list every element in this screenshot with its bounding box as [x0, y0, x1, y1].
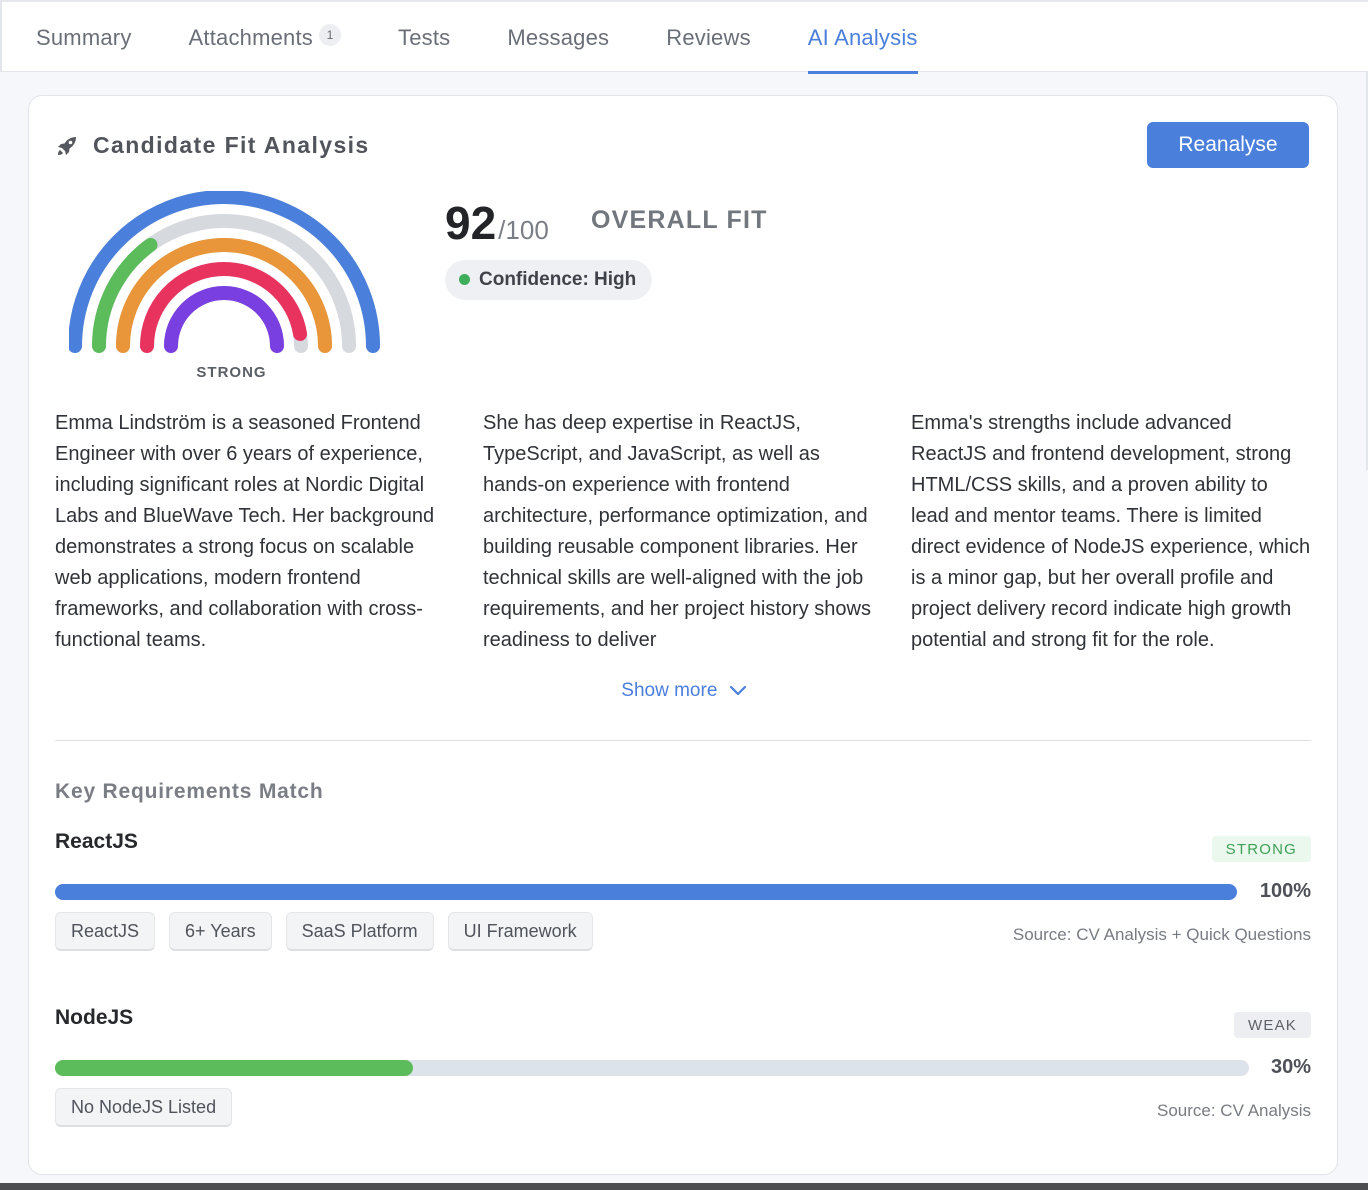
score-denominator: /100 [498, 215, 549, 245]
show-more-link[interactable]: Show more [29, 680, 1337, 702]
tab-attachments[interactable]: Attachments 1 [188, 2, 342, 74]
evidence-chip: No NodeJS Listed [55, 1088, 233, 1127]
card-title-text: Candidate Fit Analysis [93, 132, 370, 158]
tab-ai-analysis[interactable]: AI Analysis [807, 2, 918, 74]
progress-percent: 30% [1270, 1056, 1311, 1078]
requirements-title: Key Requirements Match [55, 780, 324, 803]
fit-gauge [69, 191, 380, 353]
tab-tests[interactable]: Tests [398, 2, 450, 74]
overall-score: 92 /100 [445, 196, 549, 250]
status-badge: WEAK [1234, 1012, 1311, 1038]
overall-fit-label: OVERALL FIT [591, 206, 768, 234]
rocket-icon [58, 136, 76, 155]
tab-label: Attachments [188, 25, 314, 50]
evidence-chips: ReactJS 6+ Years SaaS Platform UI Framew… [55, 912, 607, 951]
tab-label: AI Analysis [807, 25, 918, 50]
show-more-label: Show more [621, 680, 718, 701]
summary-column-3: Emma's strengths include advanced ReactJ… [911, 412, 1311, 651]
tabs: Summary Attachments 1 Tests Messages Rev… [36, 2, 975, 74]
tab-reviews[interactable]: Reviews [666, 2, 751, 74]
card-title: Candidate Fit Analysis [55, 132, 370, 159]
progress-bar [55, 1060, 1249, 1076]
requirement-name: ReactJS [55, 830, 138, 853]
summary-column-1: Emma Lindström is a seasoned Frontend En… [55, 412, 435, 651]
evidence-chip: UI Framework [447, 912, 593, 951]
tab-bar: Summary Attachments 1 Tests Messages Rev… [0, 0, 1368, 74]
progress-bar [55, 884, 1237, 900]
tab-label: Summary [36, 25, 132, 50]
progress-bar-fill [55, 884, 1237, 900]
tab-messages[interactable]: Messages [507, 2, 609, 74]
reanalyse-button[interactable]: Reanalyse [1147, 122, 1309, 168]
tab-label: Tests [398, 25, 451, 50]
status-dot-icon [459, 274, 470, 285]
gauge-arc [164, 286, 284, 353]
window-bottom-edge [0, 1183, 1368, 1190]
chevron-down-icon [729, 685, 746, 696]
tab-summary[interactable]: Summary [36, 2, 132, 74]
attachments-count-badge: 1 [319, 24, 342, 46]
summary-column-2: She has deep expertise in ReactJS, TypeS… [483, 412, 871, 651]
confidence-text: Confidence: High [479, 269, 637, 290]
evidence-chips: No NodeJS Listed [55, 1088, 246, 1127]
tab-label: Messages [507, 25, 610, 50]
divider [55, 740, 1311, 741]
gauge-label: STRONG [196, 364, 267, 381]
confidence-pill: Confidence: High [445, 260, 653, 300]
requirement-name: NodeJS [55, 1006, 134, 1029]
evidence-chip: SaaS Platform [285, 912, 434, 951]
evidence-chip: ReactJS [55, 912, 156, 951]
score-value: 92 [445, 197, 497, 249]
candidate-fit-card: Candidate Fit Analysis Reanalyse STRONG … [28, 95, 1338, 1175]
progress-bar-fill [55, 1060, 414, 1076]
summary-text: Emma Lindström is a seasoned Frontend En… [55, 408, 1311, 652]
tab-label: Reviews [666, 25, 751, 50]
evidence-chip: 6+ Years [169, 912, 272, 951]
source-text: Source: CV Analysis + Quick Questions [1012, 925, 1311, 944]
source-text: Source: CV Analysis [1156, 1101, 1311, 1120]
progress-percent: 100% [1259, 880, 1311, 902]
status-badge: STRONG [1211, 836, 1311, 862]
